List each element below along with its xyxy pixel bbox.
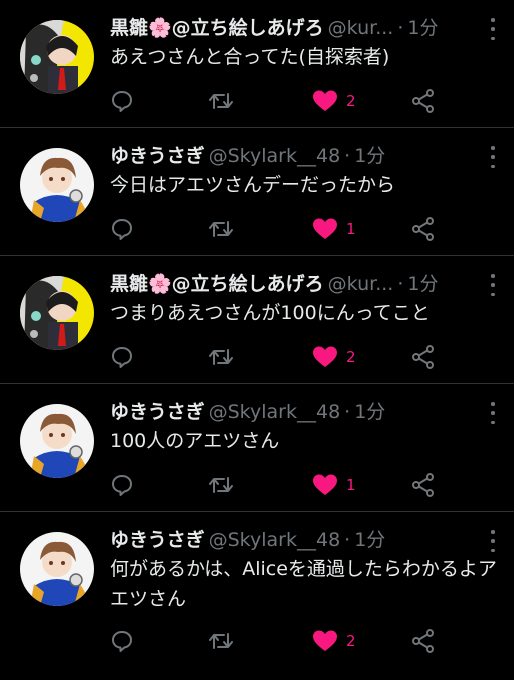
reply-icon	[112, 475, 132, 496]
like-button[interactable]: 1	[312, 470, 356, 500]
tweet[interactable]: 黒雛🌸@立ち絵しあげろ @kur... · 1分 あえつさんと合ってた(自探索者…	[0, 0, 514, 128]
share-button[interactable]	[410, 626, 436, 656]
reply-icon	[112, 219, 132, 240]
separator-dot: ·	[344, 529, 351, 551]
timestamp[interactable]: 1分	[407, 270, 438, 298]
share-icon	[412, 89, 434, 113]
heart-icon	[313, 630, 337, 651]
retweet-button[interactable]	[208, 626, 234, 656]
like-count: 1	[346, 220, 356, 238]
like-count: 2	[346, 92, 356, 110]
reply-icon	[112, 91, 132, 112]
retweet-button[interactable]	[208, 214, 234, 244]
user-handle[interactable]: @Skylark__48	[209, 398, 341, 426]
user-handle[interactable]: @kur...	[328, 270, 394, 298]
tweet[interactable]: ゆきうさぎ @Skylark__48 · 1分 何があるかは、Aliceを通過し…	[0, 512, 514, 680]
share-icon	[412, 629, 434, 653]
display-name[interactable]: 黒雛🌸@立ち絵しあげろ	[110, 270, 324, 298]
avatar[interactable]	[20, 404, 94, 478]
timestamp[interactable]: 1分	[354, 526, 385, 554]
heart-icon	[313, 218, 337, 239]
separator-dot: ·	[397, 273, 404, 295]
share-icon	[412, 345, 434, 369]
share-button[interactable]	[410, 342, 436, 372]
like-count: 1	[346, 476, 356, 494]
avatar[interactable]	[20, 148, 94, 222]
like-count: 2	[346, 632, 356, 650]
timestamp[interactable]: 1分	[354, 142, 385, 170]
tweet-actions: 1	[110, 470, 440, 500]
heart-icon	[313, 474, 337, 495]
display-name[interactable]: ゆきうさぎ	[110, 142, 205, 170]
retweet-icon	[209, 633, 233, 649]
share-button[interactable]	[410, 86, 436, 116]
timeline-feed: 黒雛🌸@立ち絵しあげろ @kur... · 1分 あえつさんと合ってた(自探索者…	[0, 0, 514, 680]
reply-button[interactable]	[110, 86, 134, 116]
timestamp[interactable]: 1分	[407, 14, 438, 42]
share-icon	[412, 473, 434, 497]
retweet-button[interactable]	[208, 342, 234, 372]
heart-icon	[313, 90, 337, 111]
retweet-icon	[209, 349, 233, 365]
share-button[interactable]	[410, 470, 436, 500]
tweet-text: 100人のアエツさん	[110, 430, 280, 452]
reply-icon	[112, 631, 132, 652]
reply-button[interactable]	[110, 470, 134, 500]
share-icon	[412, 217, 434, 241]
like-button[interactable]: 2	[312, 626, 356, 656]
separator-dot: ·	[344, 401, 351, 423]
retweet-button[interactable]	[208, 86, 234, 116]
tweet-actions: 2	[110, 342, 440, 372]
user-handle[interactable]: @kur...	[328, 14, 394, 42]
tweet-text: 今日はアエツさんデーだったから	[110, 174, 396, 196]
reply-button[interactable]	[110, 626, 134, 656]
tweet[interactable]: ゆきうさぎ @Skylark__48 · 1分 今日はアエツさんデーだったから …	[0, 128, 514, 256]
more-icon[interactable]	[486, 146, 500, 168]
like-button[interactable]: 1	[312, 214, 356, 244]
retweet-icon	[209, 93, 233, 109]
reply-button[interactable]	[110, 214, 134, 244]
tweet-text: あえつさんと合ってた(自探索者)	[110, 46, 390, 68]
tweet-text: つまりあえつさんが100にんってこと	[110, 302, 430, 324]
like-count: 2	[346, 348, 356, 366]
avatar[interactable]	[20, 20, 94, 94]
display-name[interactable]: 黒雛🌸@立ち絵しあげろ	[110, 14, 324, 42]
more-icon[interactable]	[486, 274, 500, 296]
display-name[interactable]: ゆきうさぎ	[110, 398, 205, 426]
more-icon[interactable]	[486, 402, 500, 424]
retweet-icon	[209, 477, 233, 493]
tweet-actions: 2	[110, 86, 440, 116]
display-name[interactable]: ゆきうさぎ	[110, 526, 205, 554]
retweet-button[interactable]	[208, 470, 234, 500]
more-icon[interactable]	[486, 18, 500, 40]
avatar[interactable]	[20, 276, 94, 350]
retweet-icon	[209, 221, 233, 237]
share-button[interactable]	[410, 214, 436, 244]
reply-icon	[112, 347, 132, 368]
tweet-actions: 2	[110, 626, 440, 656]
separator-dot: ·	[397, 17, 404, 39]
timestamp[interactable]: 1分	[354, 398, 385, 426]
user-handle[interactable]: @Skylark__48	[209, 142, 341, 170]
tweet[interactable]: 黒雛🌸@立ち絵しあげろ @kur... · 1分 つまりあえつさんが100にんっ…	[0, 256, 514, 384]
like-button[interactable]: 2	[312, 342, 356, 372]
tweet-actions: 1	[110, 214, 440, 244]
heart-icon	[313, 346, 337, 367]
separator-dot: ·	[344, 145, 351, 167]
user-handle[interactable]: @Skylark__48	[209, 526, 341, 554]
tweet[interactable]: ゆきうさぎ @Skylark__48 · 1分 100人のアエツさん 1	[0, 384, 514, 512]
avatar[interactable]	[20, 532, 94, 606]
like-button[interactable]: 2	[312, 86, 356, 116]
reply-button[interactable]	[110, 342, 134, 372]
more-icon[interactable]	[486, 530, 500, 552]
tweet-text: 何があるかは、Aliceを通過したらわかるよアエツさん	[110, 558, 497, 610]
